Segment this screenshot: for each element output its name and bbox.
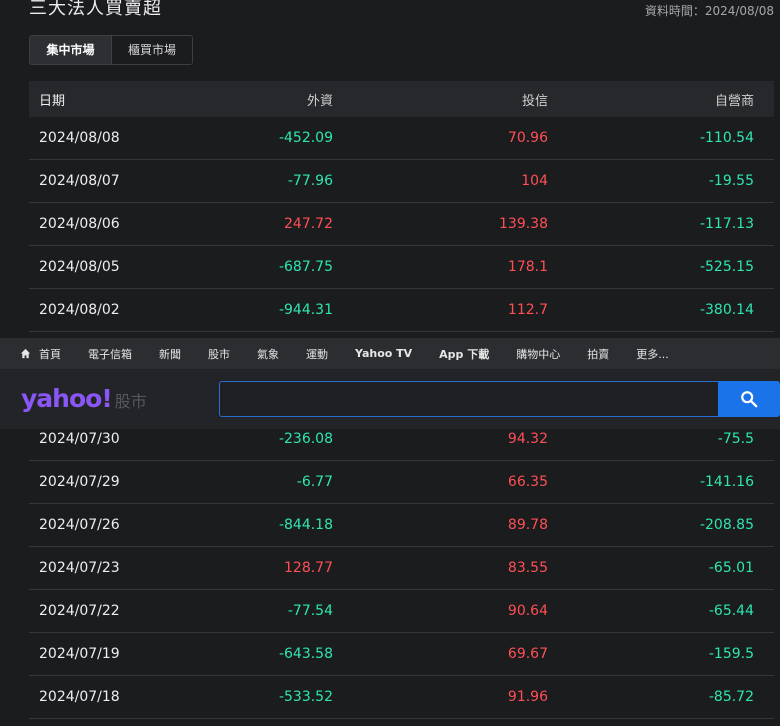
- table-row: 2024/07/29 -6.77 66.35 -141.16: [29, 461, 774, 504]
- logo-word: yahoo!: [21, 384, 113, 413]
- table-row: 2024/08/07 -77.96 104 -19.55: [29, 160, 774, 203]
- cell-dealer: -65.44: [708, 603, 754, 619]
- cell-foreign: -77.96: [287, 173, 333, 189]
- cell-trust: 66.35: [507, 474, 548, 490]
- nav-item-shopping[interactable]: 購物中心: [516, 346, 560, 362]
- table-row: 2024/07/23 128.77 83.55 -65.01: [29, 547, 774, 590]
- cell-date: 2024/07/18: [39, 689, 120, 705]
- cell-dealer: -110.54: [699, 130, 754, 146]
- page-title: 三大法人買賣超: [29, 0, 162, 19]
- nav-item-yahoo-tv[interactable]: Yahoo TV: [355, 347, 412, 360]
- cell-trust: 89.78: [507, 517, 548, 533]
- search-input[interactable]: [219, 381, 719, 417]
- tab-otc-market[interactable]: 櫃買市場: [111, 36, 192, 64]
- cell-trust: 104: [521, 173, 548, 189]
- yahoo-header: 首頁 電子信箱 新聞 股市 氣象 運動 Yahoo TV App 下載 購物中心…: [0, 338, 780, 429]
- logo-sub: 股市: [114, 392, 147, 411]
- nav-item-news[interactable]: 新聞: [159, 346, 181, 362]
- tab-listed-market[interactable]: 集中市場: [30, 36, 111, 64]
- cell-trust: 91.96: [507, 689, 548, 705]
- cell-foreign: -452.09: [278, 130, 333, 146]
- cell-dealer: -208.85: [699, 517, 754, 533]
- nav-item-more[interactable]: 更多...: [636, 346, 669, 362]
- table-row: 2024/08/08 -452.09 70.96 -110.54: [29, 117, 774, 160]
- search-icon: [741, 391, 758, 408]
- top-nav: 首頁 電子信箱 新聞 股市 氣象 運動 Yahoo TV App 下載 購物中心…: [0, 338, 780, 369]
- cell-foreign: -643.58: [278, 646, 333, 662]
- cell-foreign: -236.08: [278, 431, 333, 447]
- cell-dealer: -159.5: [708, 646, 754, 662]
- nav-item-weather[interactable]: 氣象: [257, 346, 279, 362]
- table-body-top: 2024/08/08 -452.09 70.96 -110.54 2024/08/07 -…: [29, 117, 774, 332]
- market-tabs: 集中市場 櫃買市場: [29, 35, 193, 65]
- cell-trust: 90.64: [507, 603, 548, 619]
- cell-trust: 178.1: [507, 259, 548, 275]
- cell-date: 2024/07/19: [39, 646, 120, 662]
- nav-item-label: 首頁: [39, 347, 61, 361]
- cell-foreign: -77.54: [287, 603, 333, 619]
- table-row: 2024/07/22 -77.54 90.64 -65.44: [29, 590, 774, 633]
- cell-dealer: -525.15: [699, 259, 754, 275]
- institutional-table: 日期 外資 投信 自營商 2024/08/08 -452.09 70.96 -110.…: [29, 81, 774, 332]
- cell-foreign: 247.72: [284, 216, 333, 232]
- cell-foreign: -687.75: [278, 259, 333, 275]
- table-row: 2024/08/05 -687.75 178.1 -525.15: [29, 246, 774, 289]
- table-row: 2024/08/02 -944.31 112.7 -380.14: [29, 289, 774, 332]
- cell-date: 2024/07/22: [39, 603, 120, 619]
- cell-dealer: -141.16: [699, 474, 754, 490]
- cell-date: 2024/07/23: [39, 560, 120, 576]
- cell-dealer: -19.55: [708, 173, 754, 189]
- nav-item-mail[interactable]: 電子信箱: [88, 346, 132, 362]
- cell-date: 2024/08/08: [39, 130, 120, 146]
- table-body-bottom: 2024/07/30 -236.08 94.32 -75.5 2024/07/29 -6.…: [29, 418, 774, 719]
- header-trust: 投信: [521, 93, 548, 109]
- cell-foreign: 128.77: [284, 560, 333, 576]
- cell-trust: 112.7: [507, 302, 548, 318]
- cell-dealer: -380.14: [699, 302, 754, 318]
- nav-item-stocks[interactable]: 股市: [208, 346, 230, 362]
- data-timestamp: 資料時間：2024/08/08: [644, 4, 774, 18]
- cell-trust: 94.32: [507, 431, 548, 447]
- yahoo-stocks-logo[interactable]: yahoo! 股市: [21, 384, 147, 413]
- table-row: 2024/07/19 -643.58 69.67 -159.5: [29, 633, 774, 676]
- cell-date: 2024/08/06: [39, 216, 120, 232]
- cell-date: 2024/08/05: [39, 259, 120, 275]
- cell-dealer: -117.13: [699, 216, 754, 232]
- cell-foreign: -533.52: [278, 689, 333, 705]
- cell-date: 2024/07/26: [39, 517, 120, 533]
- table-header: 日期 外資 投信 自營商: [29, 81, 774, 117]
- search-bar: yahoo! 股市: [0, 369, 780, 429]
- home-icon: [20, 348, 31, 359]
- cell-trust: 83.55: [507, 560, 548, 576]
- cell-trust: 139.38: [499, 216, 548, 232]
- cell-trust: 69.67: [507, 646, 548, 662]
- cell-trust: 70.96: [507, 130, 548, 146]
- cell-dealer: -75.5: [717, 431, 754, 447]
- nav-item-auction[interactable]: 拍賣: [587, 346, 609, 362]
- cell-dealer: -65.01: [708, 560, 754, 576]
- header-date: 日期: [39, 93, 66, 109]
- nav-item-home[interactable]: 首頁: [20, 346, 61, 362]
- cell-date: 2024/08/07: [39, 173, 120, 189]
- table-row: 2024/07/18 -533.52 91.96 -85.72: [29, 676, 774, 719]
- cell-date: 2024/07/30: [39, 431, 120, 447]
- cell-date: 2024/07/29: [39, 474, 120, 490]
- nav-item-app-download[interactable]: App 下載: [439, 346, 489, 362]
- header-foreign: 外資: [306, 93, 333, 109]
- header-dealer: 自營商: [714, 93, 754, 109]
- search-button[interactable]: [718, 381, 780, 417]
- table-row: 2024/07/26 -844.18 89.78 -208.85: [29, 504, 774, 547]
- table-row: 2024/08/06 247.72 139.38 -117.13: [29, 203, 774, 246]
- cell-dealer: -85.72: [708, 689, 754, 705]
- cell-foreign: -844.18: [278, 517, 333, 533]
- nav-item-sports[interactable]: 運動: [306, 346, 328, 362]
- cell-foreign: -944.31: [278, 302, 333, 318]
- cell-foreign: -6.77: [296, 474, 333, 490]
- cell-date: 2024/08/02: [39, 302, 120, 318]
